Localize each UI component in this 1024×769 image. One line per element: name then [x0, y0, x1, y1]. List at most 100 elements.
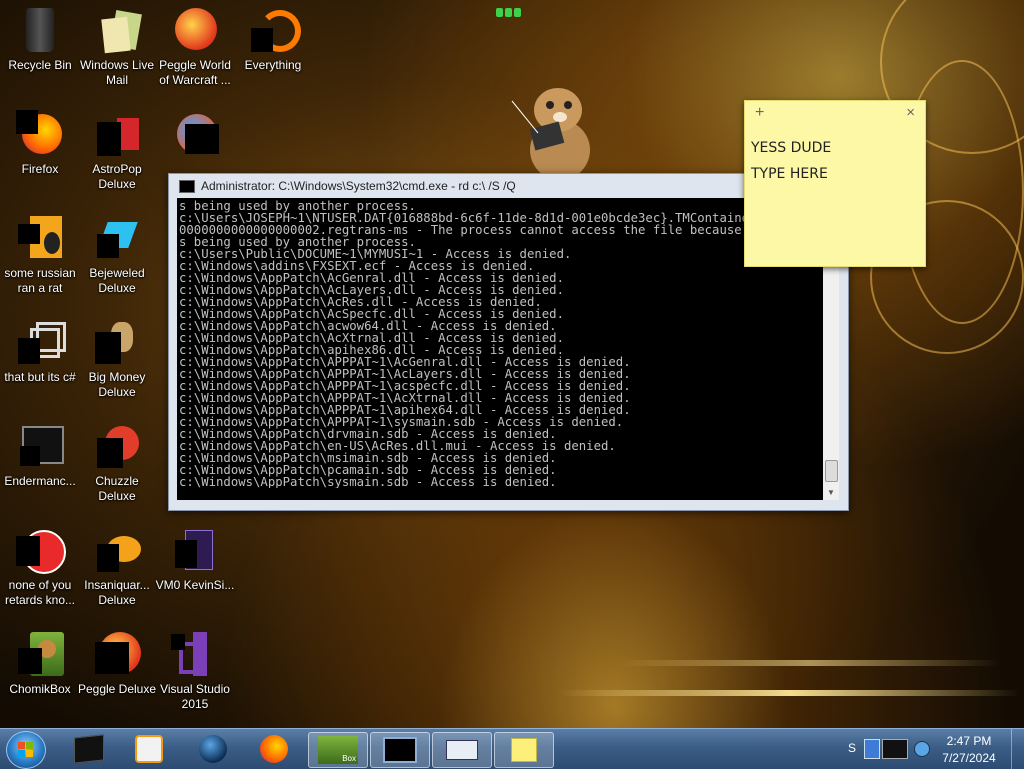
cmd-console[interactable]: s being used by another process. c:\User… — [177, 198, 839, 500]
orange-e-file-icon — [16, 214, 64, 262]
windows-logo-icon — [18, 742, 34, 758]
sticky-note-line: YESS DUDE — [751, 140, 832, 156]
red-circle-icon — [16, 526, 66, 574]
cmd-output: s being used by another process. c:\User… — [179, 200, 821, 488]
desktop-icon-recycle-bin[interactable]: Recycle Bin — [0, 6, 80, 73]
cmd-line: c:\Windows\AppPatch\sysmain.sdb - Access… — [179, 475, 557, 488]
recycle-bin-icon — [16, 6, 64, 54]
clock-date: 7/27/2024 — [942, 751, 996, 765]
desktop-icon-astropop[interactable]: AstroPop Deluxe — [77, 110, 157, 192]
desktop-icon-firefox[interactable]: Firefox — [0, 110, 80, 177]
scroll-down-arrow-icon[interactable]: ▼ — [823, 486, 839, 500]
desktop-icon-windows-live-mail[interactable]: Windows Live Mail — [77, 6, 157, 88]
icon-label: Big Money Deluxe — [88, 370, 146, 399]
sticky-note-line: TYPE HERE — [751, 166, 828, 182]
desktop-icon-some-russian[interactable]: some russian ran a rat — [0, 214, 80, 296]
desktop-icon-visual-studio[interactable]: Visual Studio 2015 — [155, 630, 235, 712]
icon-label: Bejeweled Deluxe — [89, 266, 145, 295]
desktop-icon-peggle-deluxe[interactable]: Peggle Deluxe — [77, 630, 157, 697]
desktop-icon-bejeweled[interactable]: Bejeweled Deluxe — [77, 214, 157, 296]
sticky-note[interactable]: + × YESS DUDE TYPE HERE — [744, 100, 926, 267]
astropop-icon — [93, 110, 141, 158]
visual-studio-icon — [171, 630, 219, 678]
network-monitor-icon[interactable] — [882, 739, 908, 759]
icon-label: Peggle Deluxe — [77, 682, 157, 696]
firefox-icon — [16, 110, 64, 158]
desktop-icon-chuzzle[interactable]: Chuzzle Deluxe — [77, 422, 157, 504]
taskbar-button-media-player[interactable] — [120, 732, 178, 766]
bejeweled-gem-icon — [93, 214, 141, 262]
icon-label: that but its c# — [4, 370, 76, 384]
icon-label: Endermanc... — [4, 474, 76, 488]
desktop-icon-none-of-you[interactable]: none of you retards kno... — [0, 526, 80, 608]
icon-label: Chuzzle Deluxe — [95, 474, 139, 503]
peggle-nights-icon — [171, 110, 219, 158]
tray-app-icon[interactable] — [864, 739, 880, 759]
icon-label: ChomikBox — [9, 682, 71, 696]
big-money-icon — [93, 318, 141, 366]
clock[interactable]: 2:47 PM 7/27/2024 — [928, 733, 1010, 767]
icon-label: VM0 KevinSi... — [155, 578, 235, 592]
media-player-icon — [135, 735, 163, 763]
peggle-deluxe-icon — [93, 630, 141, 678]
taskbar-button-chomikbox[interactable]: Box — [308, 732, 368, 768]
sticky-notes-icon — [511, 738, 537, 762]
chomikbox-icon — [16, 630, 64, 678]
chomikbox-icon: Box — [318, 736, 358, 764]
dark-window-icon — [16, 422, 64, 470]
icon-label: Firefox — [21, 162, 59, 176]
desktop-icon-everything[interactable]: Everything — [233, 6, 313, 73]
tray-overflow[interactable]: S — [848, 741, 856, 755]
desktop-icon-that-but-its-csharp[interactable]: that but its c# — [0, 318, 80, 385]
taskbar-button-cmd[interactable] — [370, 732, 430, 768]
icon-label: none of you retards kno... — [4, 578, 76, 607]
fish-icon — [93, 526, 141, 574]
system-tray: S 2:47 PM 7/27/2024 — [840, 729, 1024, 769]
cmd-icon — [179, 179, 195, 193]
wallpaper-light-streak — [560, 690, 1020, 696]
clock-time: 2:47 PM — [946, 734, 992, 748]
desktop-icon-big-money[interactable]: Big Money Deluxe — [77, 318, 157, 400]
sticky-note-header[interactable]: + × — [745, 101, 925, 127]
everything-search-icon — [249, 6, 301, 54]
icon-label: Peggle World of Warcraft ... — [159, 58, 231, 87]
terminal-icon — [74, 734, 104, 764]
taskbar-button-terminal[interactable] — [60, 732, 118, 766]
desktop-icon-insaniquarium[interactable]: Insaniquar... Deluxe — [77, 526, 157, 608]
file-icon — [171, 526, 219, 574]
taskbar: Box S 2:47 PM 7/27/2024 — [0, 728, 1024, 769]
desktop-icon-endermanch[interactable]: Endermanc... — [0, 422, 80, 489]
mail-icon — [93, 6, 142, 54]
icon-label: AstroPop Deluxe — [92, 162, 142, 191]
icon-label: some russian ran a rat — [4, 266, 76, 295]
taskbar-button-on-screen-keyboard[interactable] — [432, 732, 492, 768]
add-note-icon[interactable]: + — [755, 104, 764, 122]
taskbar-button-globe[interactable] — [184, 732, 242, 766]
shortcut-squares-icon — [16, 318, 66, 366]
icon-label: Insaniquar... Deluxe — [84, 578, 150, 607]
chuzzle-icon — [93, 422, 141, 470]
desktop-icon-vm0[interactable]: VM0 KevinSi... — [155, 526, 235, 593]
cmd-window-title: Administrator: C:\Windows\System32\cmd.e… — [201, 179, 516, 193]
start-button[interactable] — [6, 731, 46, 769]
globe-icon — [199, 735, 227, 763]
sticky-note-text[interactable]: YESS DUDE TYPE HERE — [745, 127, 925, 195]
wallpaper-light-streak — [620, 660, 1000, 666]
keyboard-icon — [446, 740, 478, 760]
desktop-icon-chomikbox[interactable]: ChomikBox — [0, 630, 80, 697]
desktop-icon-peggle-nights[interactable] — [155, 110, 235, 162]
icon-label: Visual Studio 2015 — [160, 682, 230, 711]
close-note-icon[interactable]: × — [906, 104, 915, 121]
scroll-thumb[interactable] — [825, 460, 838, 482]
desktop-icon-peggle-wow[interactable]: Peggle World of Warcraft ... — [155, 6, 235, 88]
firefox-icon — [260, 735, 288, 763]
icon-label: Recycle Bin — [8, 58, 72, 72]
taskbar-button-sticky-notes[interactable] — [494, 732, 554, 768]
peggle-icon — [171, 6, 219, 54]
cmd-icon — [383, 737, 417, 763]
hamster-desktop-pet[interactable] — [510, 75, 600, 185]
taskbar-button-firefox[interactable] — [245, 732, 303, 766]
show-desktop-button[interactable] — [1011, 729, 1024, 769]
icon-label: Everything — [244, 58, 302, 72]
icon-label: Windows Live Mail — [79, 58, 155, 87]
